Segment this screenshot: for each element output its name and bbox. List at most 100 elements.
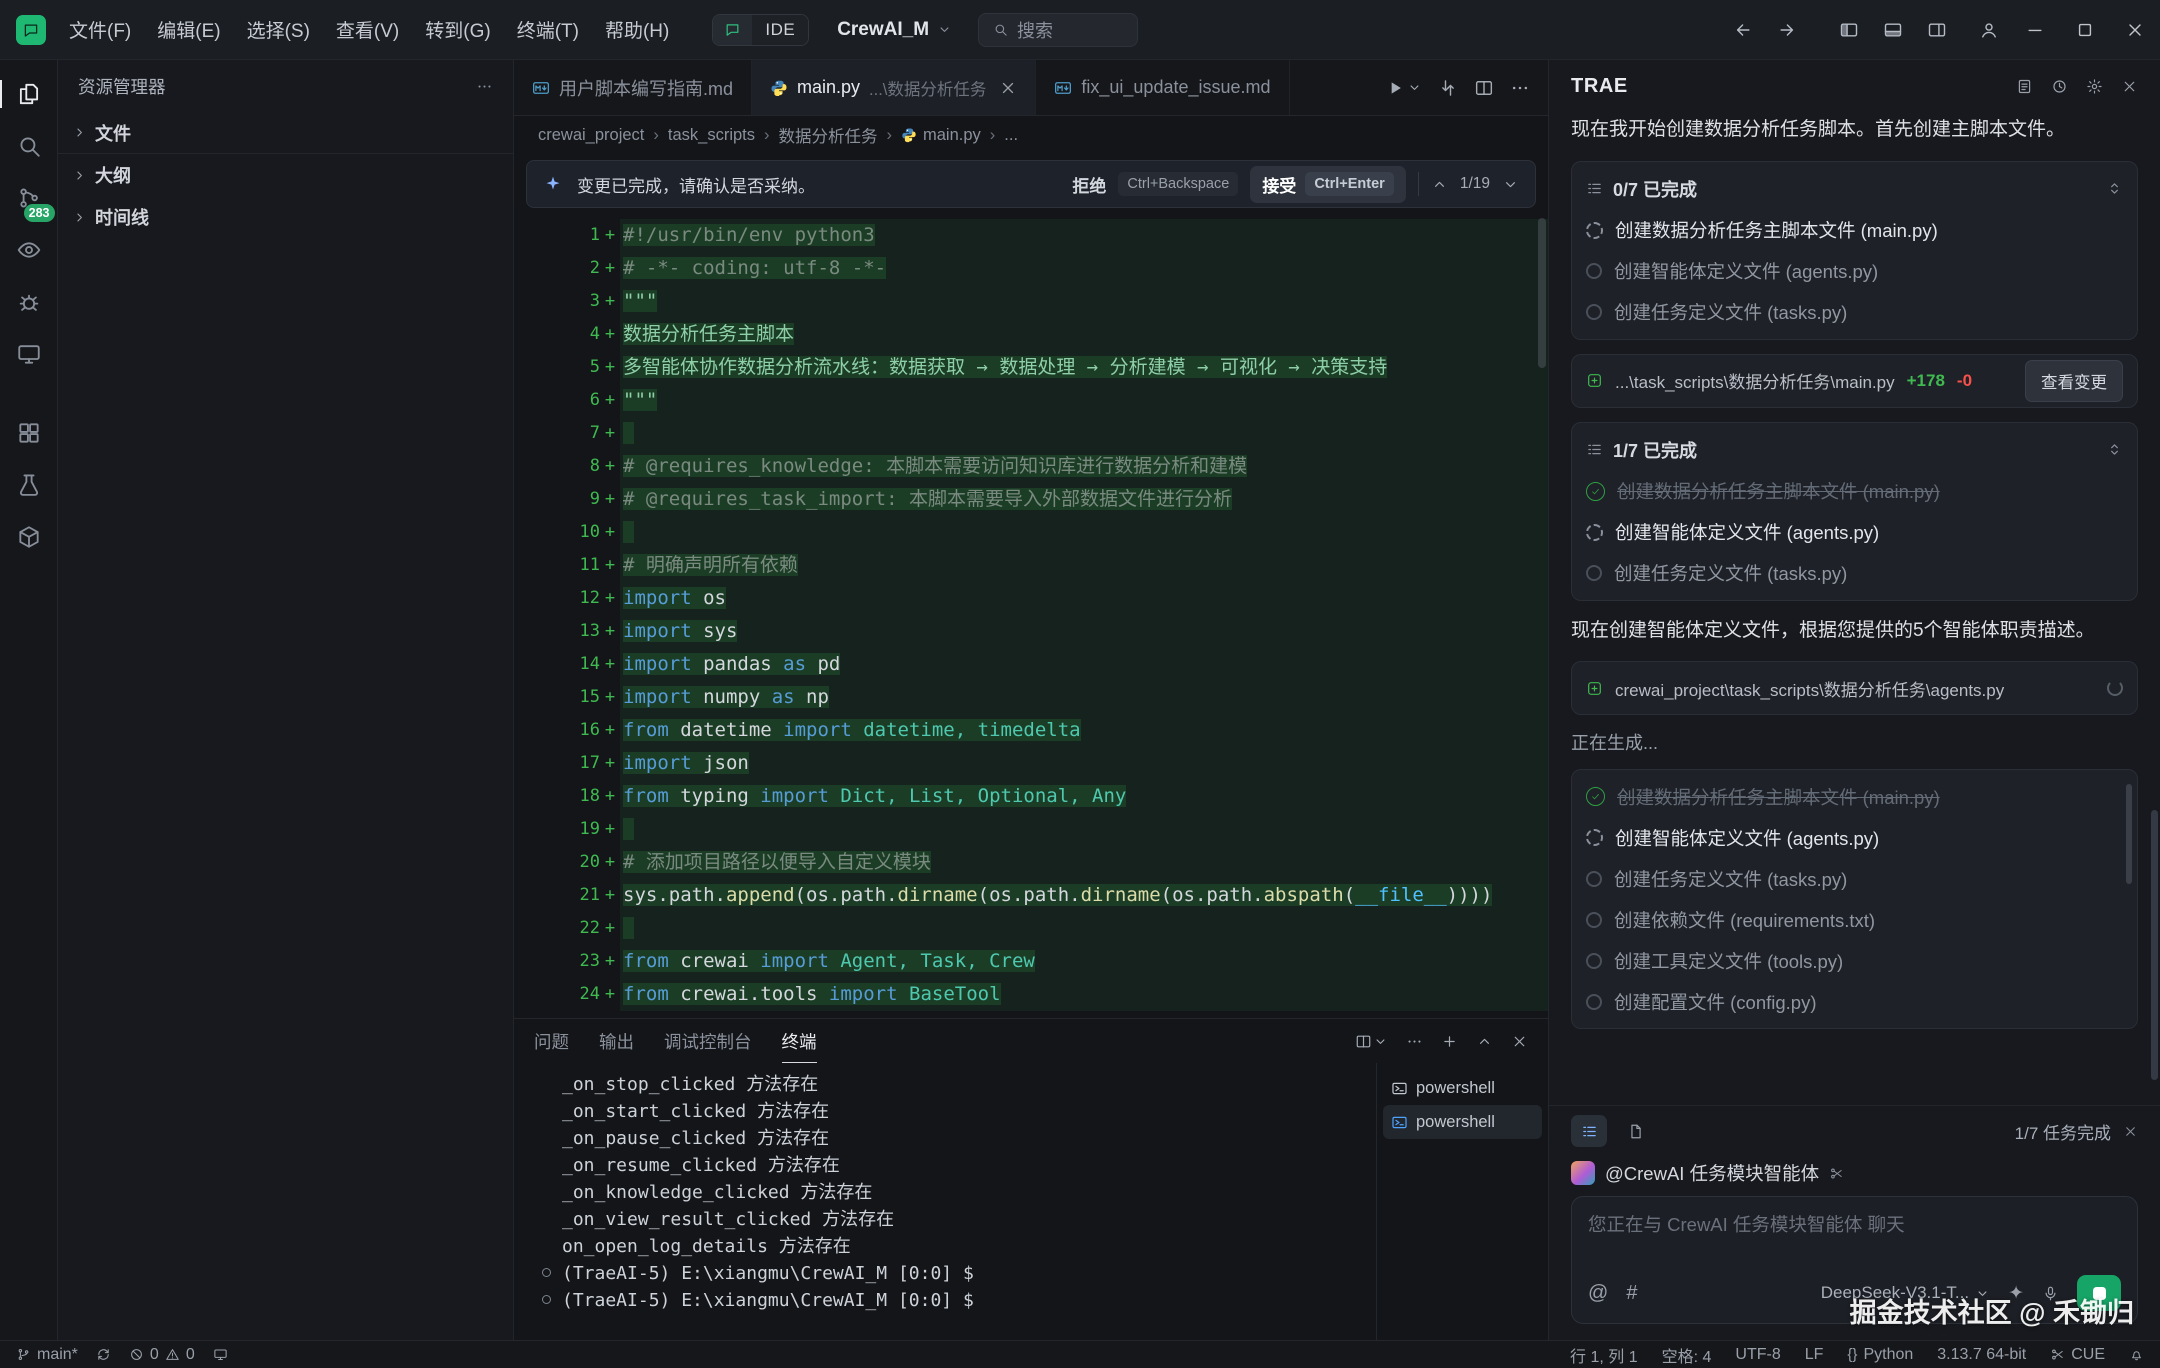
panel-more-button[interactable] xyxy=(1406,1033,1423,1050)
activity-item-source-control[interactable]: 283 xyxy=(6,175,52,221)
app-logo-icon[interactable] xyxy=(16,15,46,45)
forward-button[interactable] xyxy=(1766,9,1808,51)
menu-item[interactable]: 编辑(E) xyxy=(144,9,233,50)
maximize-button[interactable] xyxy=(2060,0,2110,60)
new-terminal-button[interactable] xyxy=(1441,1033,1458,1050)
dismiss-progress-button[interactable] xyxy=(2123,1124,2138,1139)
activity-item-search[interactable] xyxy=(6,123,52,169)
assistant-scrollbar-thumb[interactable] xyxy=(2151,810,2158,1080)
menu-item[interactable]: 文件(F) xyxy=(56,9,144,50)
git-compare-button[interactable] xyxy=(1438,78,1458,98)
breadcrumb-item[interactable]: 数据分析任务 xyxy=(779,123,878,147)
todo-item[interactable]: 创建数据分析任务主脚本文件 (main.py) xyxy=(1586,776,2123,817)
mode-toggle[interactable]: IDE xyxy=(712,14,809,46)
breadcrumb[interactable]: crewai_project›task_scripts›数据分析任务›main.… xyxy=(514,116,1548,154)
breadcrumb-item[interactable]: task_scripts xyxy=(668,126,755,145)
settings-button[interactable] xyxy=(2086,78,2103,95)
todo-item[interactable]: 创建智能体定义文件 (agents.py) xyxy=(1586,512,2123,553)
breadcrumb-item[interactable]: main.py xyxy=(901,126,981,145)
activity-item-packages[interactable] xyxy=(6,514,52,560)
close-button[interactable] xyxy=(2110,0,2160,60)
todo-item[interactable]: 创建任务定义文件 (tasks.py) xyxy=(1586,858,2123,899)
sidebar-section-时间线[interactable]: 时间线 xyxy=(58,196,513,238)
editor-scrollbar[interactable] xyxy=(1536,214,1548,1018)
mention-button[interactable]: @ xyxy=(1588,1283,1608,1303)
toggle-panel-button[interactable] xyxy=(1872,9,1914,51)
card-scrollbar-thumb[interactable] xyxy=(2126,784,2132,884)
menu-item[interactable]: 帮助(H) xyxy=(592,9,682,50)
collapse-icon[interactable] xyxy=(2106,441,2123,458)
activity-item-debug[interactable] xyxy=(6,279,52,325)
activity-item-remote-explorer[interactable] xyxy=(6,331,52,377)
sync-button[interactable] xyxy=(96,1347,111,1362)
status-item[interactable]: CUE xyxy=(2050,1346,2105,1364)
activity-item-testing[interactable] xyxy=(6,462,52,508)
toggle-sidebar-button[interactable] xyxy=(1828,9,1870,51)
todo-item[interactable]: 创建工具定义文件 (tools.py) xyxy=(1586,940,2123,981)
editor-tab[interactable]: 用户脚本编写指南.md xyxy=(514,60,752,115)
code-editor[interactable]: 1+#!/usr/bin/env python32+# -*- coding: … xyxy=(514,214,1548,1018)
more-actions-icon[interactable] xyxy=(476,78,493,95)
breadcrumb-item[interactable]: crewai_project xyxy=(538,126,644,145)
todo-list-button[interactable] xyxy=(1571,1115,1607,1147)
todo-item[interactable]: 创建智能体定义文件 (agents.py) xyxy=(1586,251,2123,292)
panel-maximize-button[interactable] xyxy=(1476,1033,1493,1050)
collapse-icon[interactable] xyxy=(2106,180,2123,197)
channel-button[interactable]: # xyxy=(1626,1283,1637,1303)
todo-item[interactable]: 创建任务定义文件 (tasks.py) xyxy=(1586,553,2123,594)
activity-item-preview[interactable] xyxy=(6,227,52,273)
status-item[interactable]: 行 1, 列 1 xyxy=(1570,1343,1638,1367)
terminal-output[interactable]: _on_stop_clicked 方法存在_on_start_clicked 方… xyxy=(514,1063,1376,1340)
terminal-instance[interactable]: powershell xyxy=(1383,1105,1542,1139)
split-editor-button[interactable] xyxy=(1474,78,1494,98)
close-assistant-button[interactable] xyxy=(2121,78,2138,95)
status-item[interactable]: UTF-8 xyxy=(1735,1346,1780,1364)
panel-layout-button[interactable] xyxy=(1355,1033,1388,1050)
panel-tab-终端[interactable]: 终端 xyxy=(782,1019,817,1063)
editor-tab[interactable]: main.py...\数据分析任务 xyxy=(752,60,1036,115)
problems-indicator[interactable]: 0 0 xyxy=(129,1346,195,1364)
status-item[interactable]: 3.13.7 64-bit xyxy=(1937,1346,2026,1364)
menu-item[interactable]: 转到(G) xyxy=(412,9,503,50)
global-search[interactable]: 搜索 xyxy=(978,13,1138,47)
prev-change-button[interactable] xyxy=(1431,176,1448,193)
editor-tab[interactable]: fix_ui_update_issue.md xyxy=(1036,60,1289,115)
panel-tab-问题[interactable]: 问题 xyxy=(534,1019,569,1063)
chat-mode-button[interactable] xyxy=(713,15,752,45)
breadcrumb-item[interactable]: ... xyxy=(1004,126,1018,145)
run-button[interactable] xyxy=(1385,78,1422,98)
ide-mode-button[interactable]: IDE xyxy=(752,15,808,45)
todo-item[interactable]: 创建数据分析任务主脚本文件 (main.py) xyxy=(1586,471,2123,512)
status-item[interactable]: {}Python xyxy=(1847,1346,1913,1364)
todo-item[interactable]: 创建数据分析任务主脚本文件 (main.py) xyxy=(1586,210,2123,251)
history-button[interactable] xyxy=(2051,78,2068,95)
docs-button[interactable] xyxy=(2016,78,2033,95)
assistant-conversation[interactable]: 现在我开始创建数据分析任务脚本。首先创建主脚本文件。 0/7 已完成创建数据分析… xyxy=(1549,112,2160,1105)
activity-item-explorer[interactable] xyxy=(6,71,52,117)
reject-button[interactable]: 拒绝 xyxy=(1072,172,1106,197)
back-button[interactable] xyxy=(1722,9,1764,51)
panel-tab-输出[interactable]: 输出 xyxy=(599,1019,634,1063)
panel-tab-调试控制台[interactable]: 调试控制台 xyxy=(664,1019,752,1063)
project-selector[interactable]: CrewAI_M xyxy=(837,19,952,41)
editor-more-button[interactable] xyxy=(1510,78,1530,98)
todo-item[interactable]: 创建依赖文件 (requirements.txt) xyxy=(1586,899,2123,940)
close-tab-icon[interactable] xyxy=(999,79,1017,97)
todo-item[interactable]: 创建任务定义文件 (tasks.py) xyxy=(1586,292,2123,333)
notifications-button[interactable] xyxy=(2129,1347,2144,1362)
panel-close-button[interactable] xyxy=(1511,1033,1528,1050)
todo-item[interactable]: 创建智能体定义文件 (agents.py) xyxy=(1586,817,2123,858)
sidebar-section-大纲[interactable]: 大纲 xyxy=(58,154,513,196)
sidebar-section-文件[interactable]: 文件 xyxy=(58,112,513,154)
agent-chip[interactable]: @CrewAI 任务模块智能体 xyxy=(1571,1160,2138,1186)
toggle-secondary-sidebar-button[interactable] xyxy=(1916,9,1958,51)
menu-item[interactable]: 查看(V) xyxy=(323,9,412,50)
feedback-button[interactable] xyxy=(213,1347,228,1362)
accept-button[interactable]: 接受 Ctrl+Enter xyxy=(1250,166,1406,203)
next-change-button[interactable] xyxy=(1502,176,1519,193)
artifacts-button[interactable] xyxy=(1617,1115,1653,1147)
terminal-instance[interactable]: powershell xyxy=(1383,1071,1542,1105)
status-item[interactable]: LF xyxy=(1805,1346,1824,1364)
branch-indicator[interactable]: main* xyxy=(16,1346,78,1364)
activity-item-extensions[interactable] xyxy=(6,410,52,456)
